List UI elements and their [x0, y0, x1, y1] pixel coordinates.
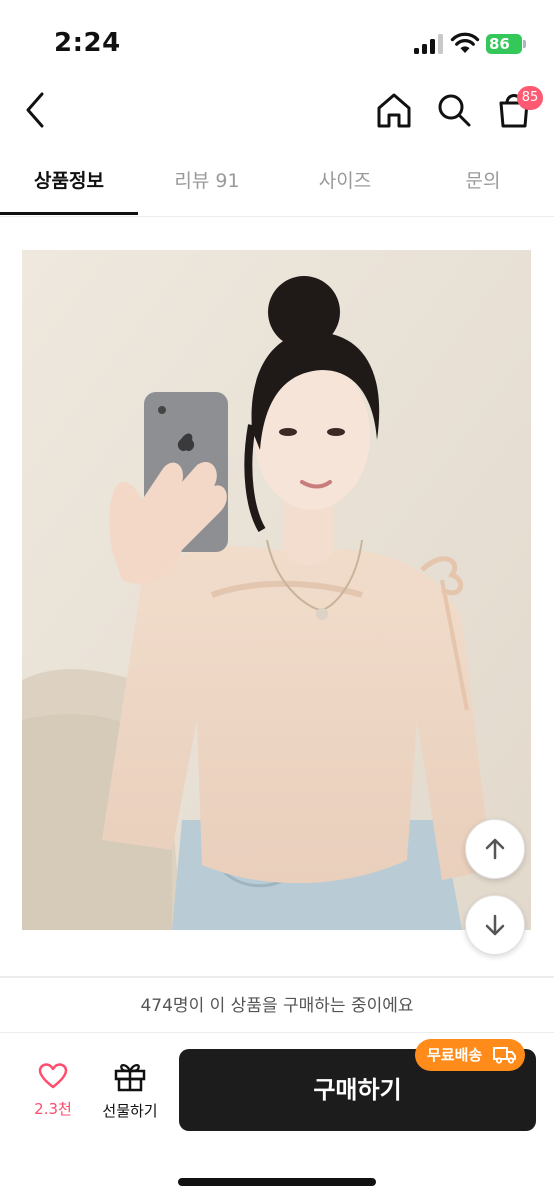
tab-size[interactable]: 사이즈	[276, 150, 414, 216]
product-tabs: 상품정보 리뷰 91 사이즈 문의	[0, 150, 554, 217]
active-tab-indicator	[0, 212, 138, 215]
search-icon[interactable]	[434, 90, 474, 130]
wifi-icon	[450, 32, 480, 53]
back-arrow-icon[interactable]	[20, 88, 54, 132]
tab-reviews[interactable]: 리뷰 91	[138, 150, 276, 216]
heart-icon	[38, 1063, 68, 1089]
scroll-bottom-button[interactable]	[465, 895, 525, 955]
arrow-up-icon	[485, 838, 505, 860]
like-button[interactable]: 2.3천	[22, 1062, 84, 1124]
divider	[0, 976, 554, 978]
top-nav	[0, 78, 554, 142]
cellular-signal-icon	[414, 34, 444, 54]
gift-label: 선물하기	[102, 1102, 158, 1120]
free-shipping-badge: 무료배송	[415, 1039, 525, 1071]
home-indicator	[178, 1178, 376, 1186]
free-shipping-label: 무료배송	[427, 1046, 483, 1064]
product-image	[22, 250, 531, 930]
gift-button[interactable]: 선물하기	[94, 1060, 166, 1124]
home-icon[interactable]	[374, 88, 414, 132]
delivery-truck-icon	[493, 1047, 516, 1064]
scroll-top-button[interactable]	[465, 819, 525, 879]
cart-count-badge: 85	[517, 86, 543, 110]
tab-inquiry[interactable]: 문의	[414, 150, 552, 216]
status-time: 2:24	[54, 28, 121, 58]
tab-product-info[interactable]: 상품정보	[0, 150, 138, 216]
battery-tip	[523, 40, 526, 48]
arrow-down-icon	[485, 914, 505, 936]
buyers-count-text: 474명이 이 상품을 구매하는 중이에요	[0, 980, 554, 1033]
status-bar: 2:24 86	[0, 0, 554, 70]
battery-indicator: 86	[486, 34, 522, 54]
like-count: 2.3천	[34, 1100, 72, 1118]
gift-icon	[114, 1063, 146, 1092]
battery-level: 86	[489, 35, 510, 53]
